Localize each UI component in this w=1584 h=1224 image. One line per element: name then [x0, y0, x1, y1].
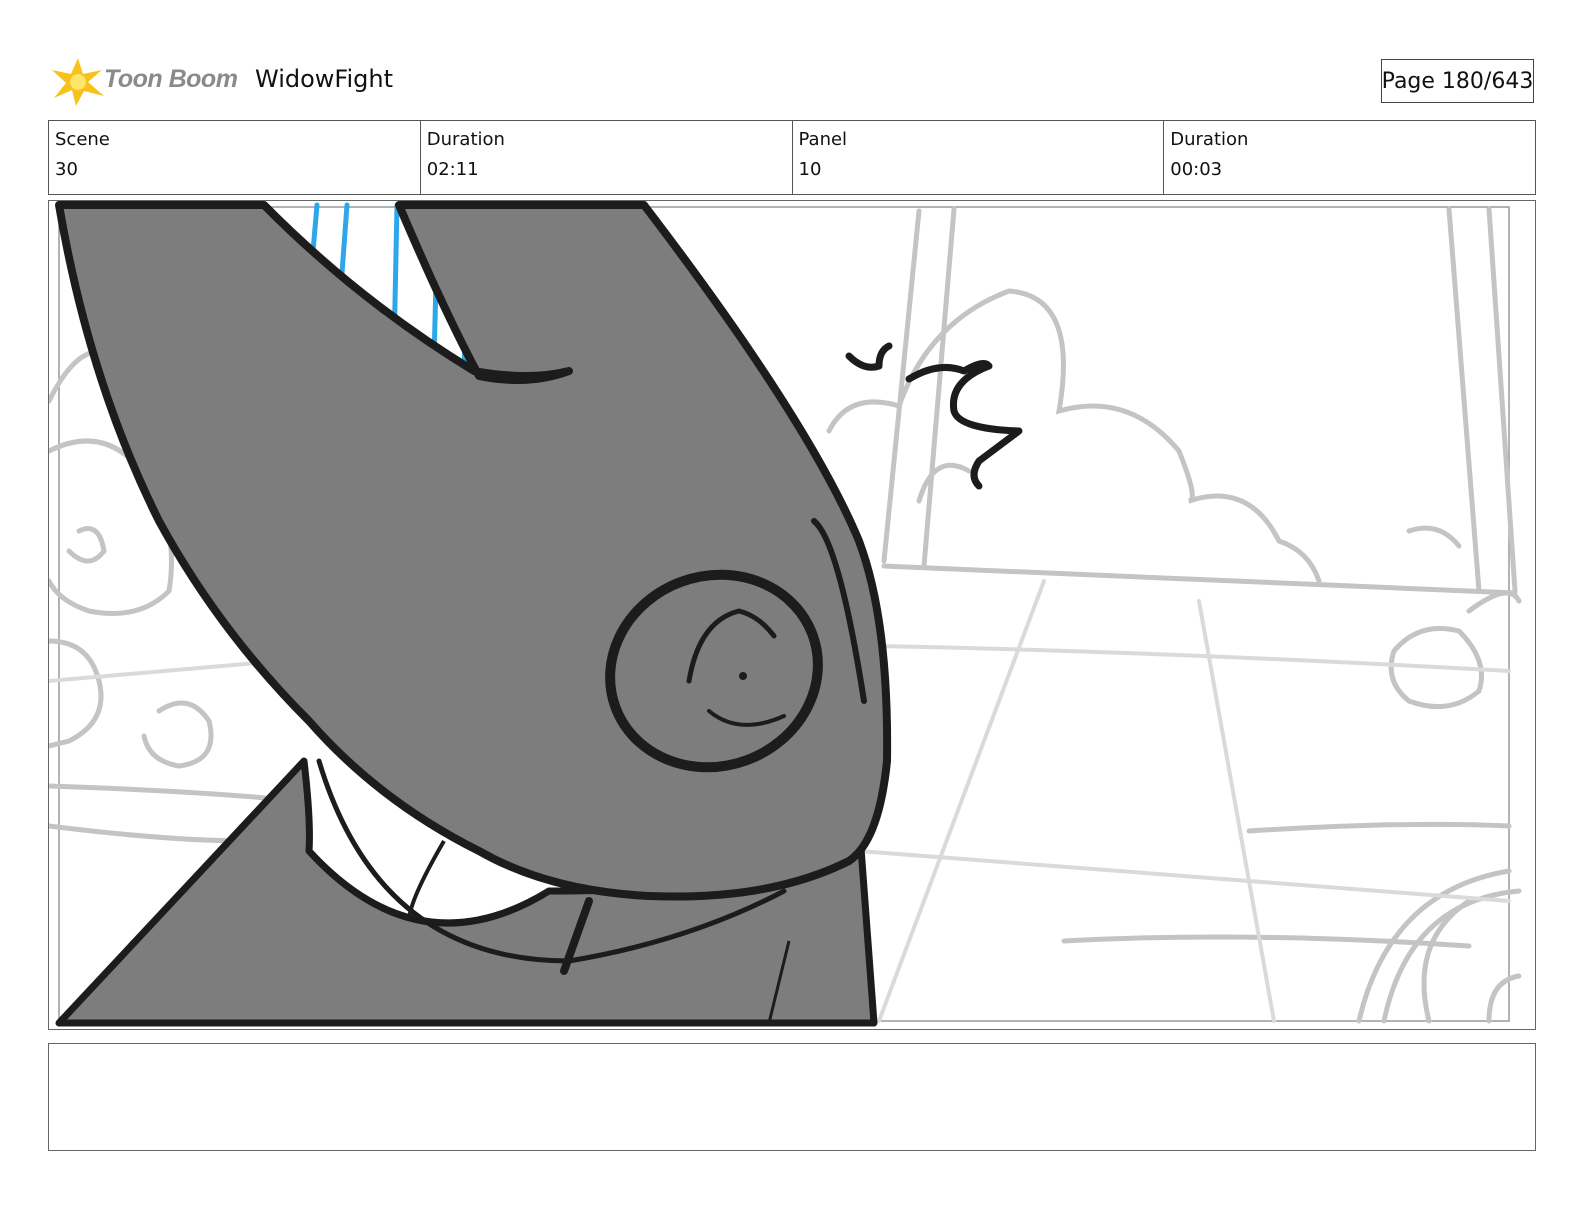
panel-cell: Panel 10 — [791, 121, 1164, 194]
scene-label: Scene — [55, 129, 110, 150]
panel-notes-box — [48, 1043, 1536, 1151]
panel-sketch — [49, 201, 1522, 1027]
logo-wordmark: Toon Boom — [104, 65, 238, 93]
project-title: WidowFight — [255, 65, 393, 93]
panel-label: Panel — [798, 129, 848, 150]
panel-duration-label: Duration — [1170, 129, 1249, 150]
panel-duration-cell: Duration 00:03 — [1163, 121, 1535, 194]
panel-duration-value: 00:03 — [1170, 159, 1223, 180]
scene-value: 30 — [55, 159, 78, 180]
scene-cell: Scene 30 — [49, 121, 420, 194]
storyboard-panel — [48, 200, 1536, 1030]
scene-duration-cell: Duration 02:11 — [419, 121, 792, 194]
panel-value: 10 — [798, 159, 822, 180]
scene-duration-value: 02:11 — [426, 159, 479, 180]
toon-boom-logo: Toon Boom — [50, 56, 250, 108]
page-indicator: Page 180/643 — [1381, 59, 1534, 103]
star-burst-icon — [52, 58, 104, 106]
scene-duration-label: Duration — [426, 129, 505, 150]
panel-info-table: Scene 30 Duration 02:11 Panel 10 Duratio… — [48, 120, 1536, 195]
